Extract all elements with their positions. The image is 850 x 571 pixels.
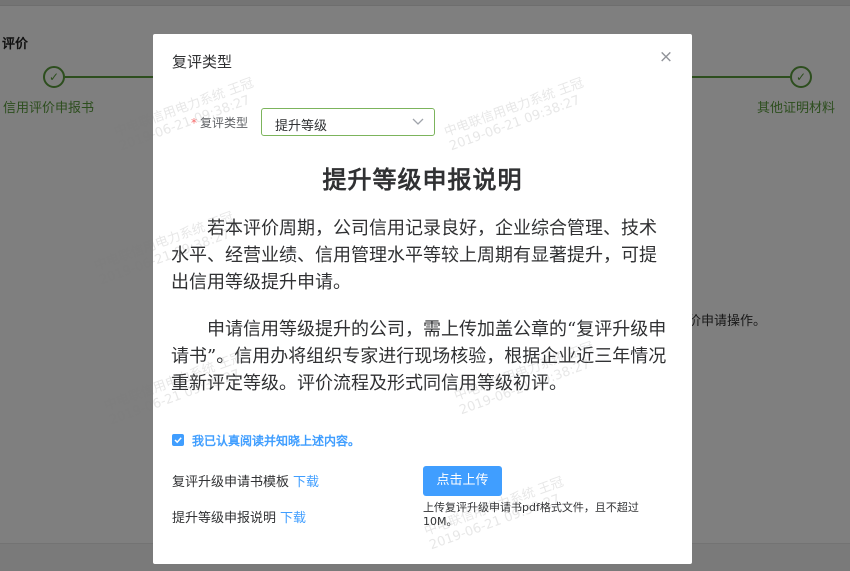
instruction-download-label: 提升等级申报说明 [172,511,277,526]
upload-tip: 上传复评升级申请书pdf格式文件，且不超过10M。 [423,501,639,528]
review-type-select[interactable]: 提升等级 [261,108,435,136]
instruction-download-link[interactable]: 下载 [280,511,306,526]
description-paragraph: 若本评价周期，公司信用记录良好，企业综合管理、技术水平、经营业绩、信用管理水平等… [171,218,657,293]
description-paragraph: 申请信用等级提升的公司，需上传加盖公章的“复评升级申请书”。信用办将组织专家进行… [171,319,667,394]
template-download-link[interactable]: 下载 [293,475,319,490]
required-mark: * [191,116,197,130]
close-icon[interactable]: × [657,48,675,66]
watermark: 中电联信用电力系统 王冠 2019-06-21 09:38:27 [442,75,586,155]
agree-checkbox[interactable] [172,434,184,446]
document-title: 提升等级申报说明 [322,166,523,194]
check-icon [174,437,182,444]
upload-button[interactable]: 点击上传 [423,466,502,496]
agree-label[interactable]: 我已认真阅读并知晓上述内容。 [192,432,360,449]
review-type-dialog: 复评类型 × * 复评类型 提升等级 提升等级申报说明 若本评价周期，公司信用记录… [92,34,692,564]
chevron-down-icon [412,118,424,125]
template-download-row: 复评升级申请书模板 下载 [172,471,319,490]
template-download-label: 复评升级申请书模板 [172,475,290,490]
dialog-title: 复评类型 [172,53,233,71]
select-value: 提升等级 [275,119,328,134]
review-type-label: * 复评类型 [191,114,248,131]
review-type-label-text: 复评类型 [200,116,249,130]
instruction-download-row: 提升等级申报说明 下载 [172,507,306,526]
